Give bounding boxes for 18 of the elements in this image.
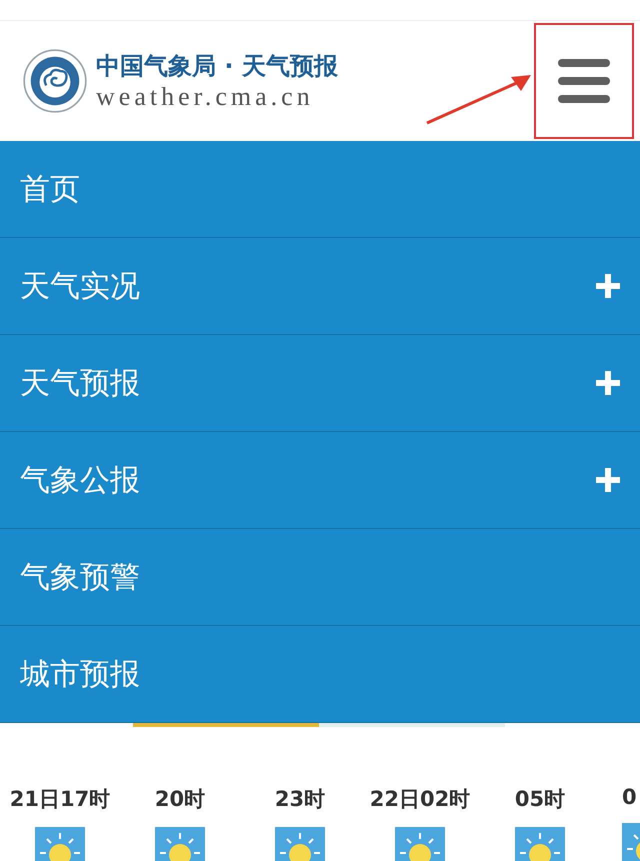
hour-label: 20时 xyxy=(154,786,206,813)
hour-label: 05时 xyxy=(514,786,566,813)
emblem-logo xyxy=(22,48,88,114)
hour-label: 21日17时 xyxy=(10,786,110,813)
menu-item[interactable]: 气象预警 xyxy=(0,529,640,626)
tab-indicator[interactable] xyxy=(133,723,319,727)
menu-item[interactable]: 天气实况 xyxy=(0,238,640,335)
menu-button[interactable] xyxy=(534,23,634,139)
site-title: 中国气象局 · 天气预报 xyxy=(96,51,338,82)
menu-icon xyxy=(558,59,610,103)
tab-indicator[interactable] xyxy=(319,723,505,727)
hour-label: 0 xyxy=(622,785,637,809)
menu-item[interactable]: 首页 xyxy=(0,141,640,238)
menu-item[interactable]: 气象公报 xyxy=(0,432,640,529)
site-url: weather.cma.cn xyxy=(96,82,315,112)
hour-label: 23时 xyxy=(274,786,326,813)
menu-item[interactable]: 天气预报 xyxy=(0,335,640,432)
hour-label: 22日02时 xyxy=(370,786,470,813)
